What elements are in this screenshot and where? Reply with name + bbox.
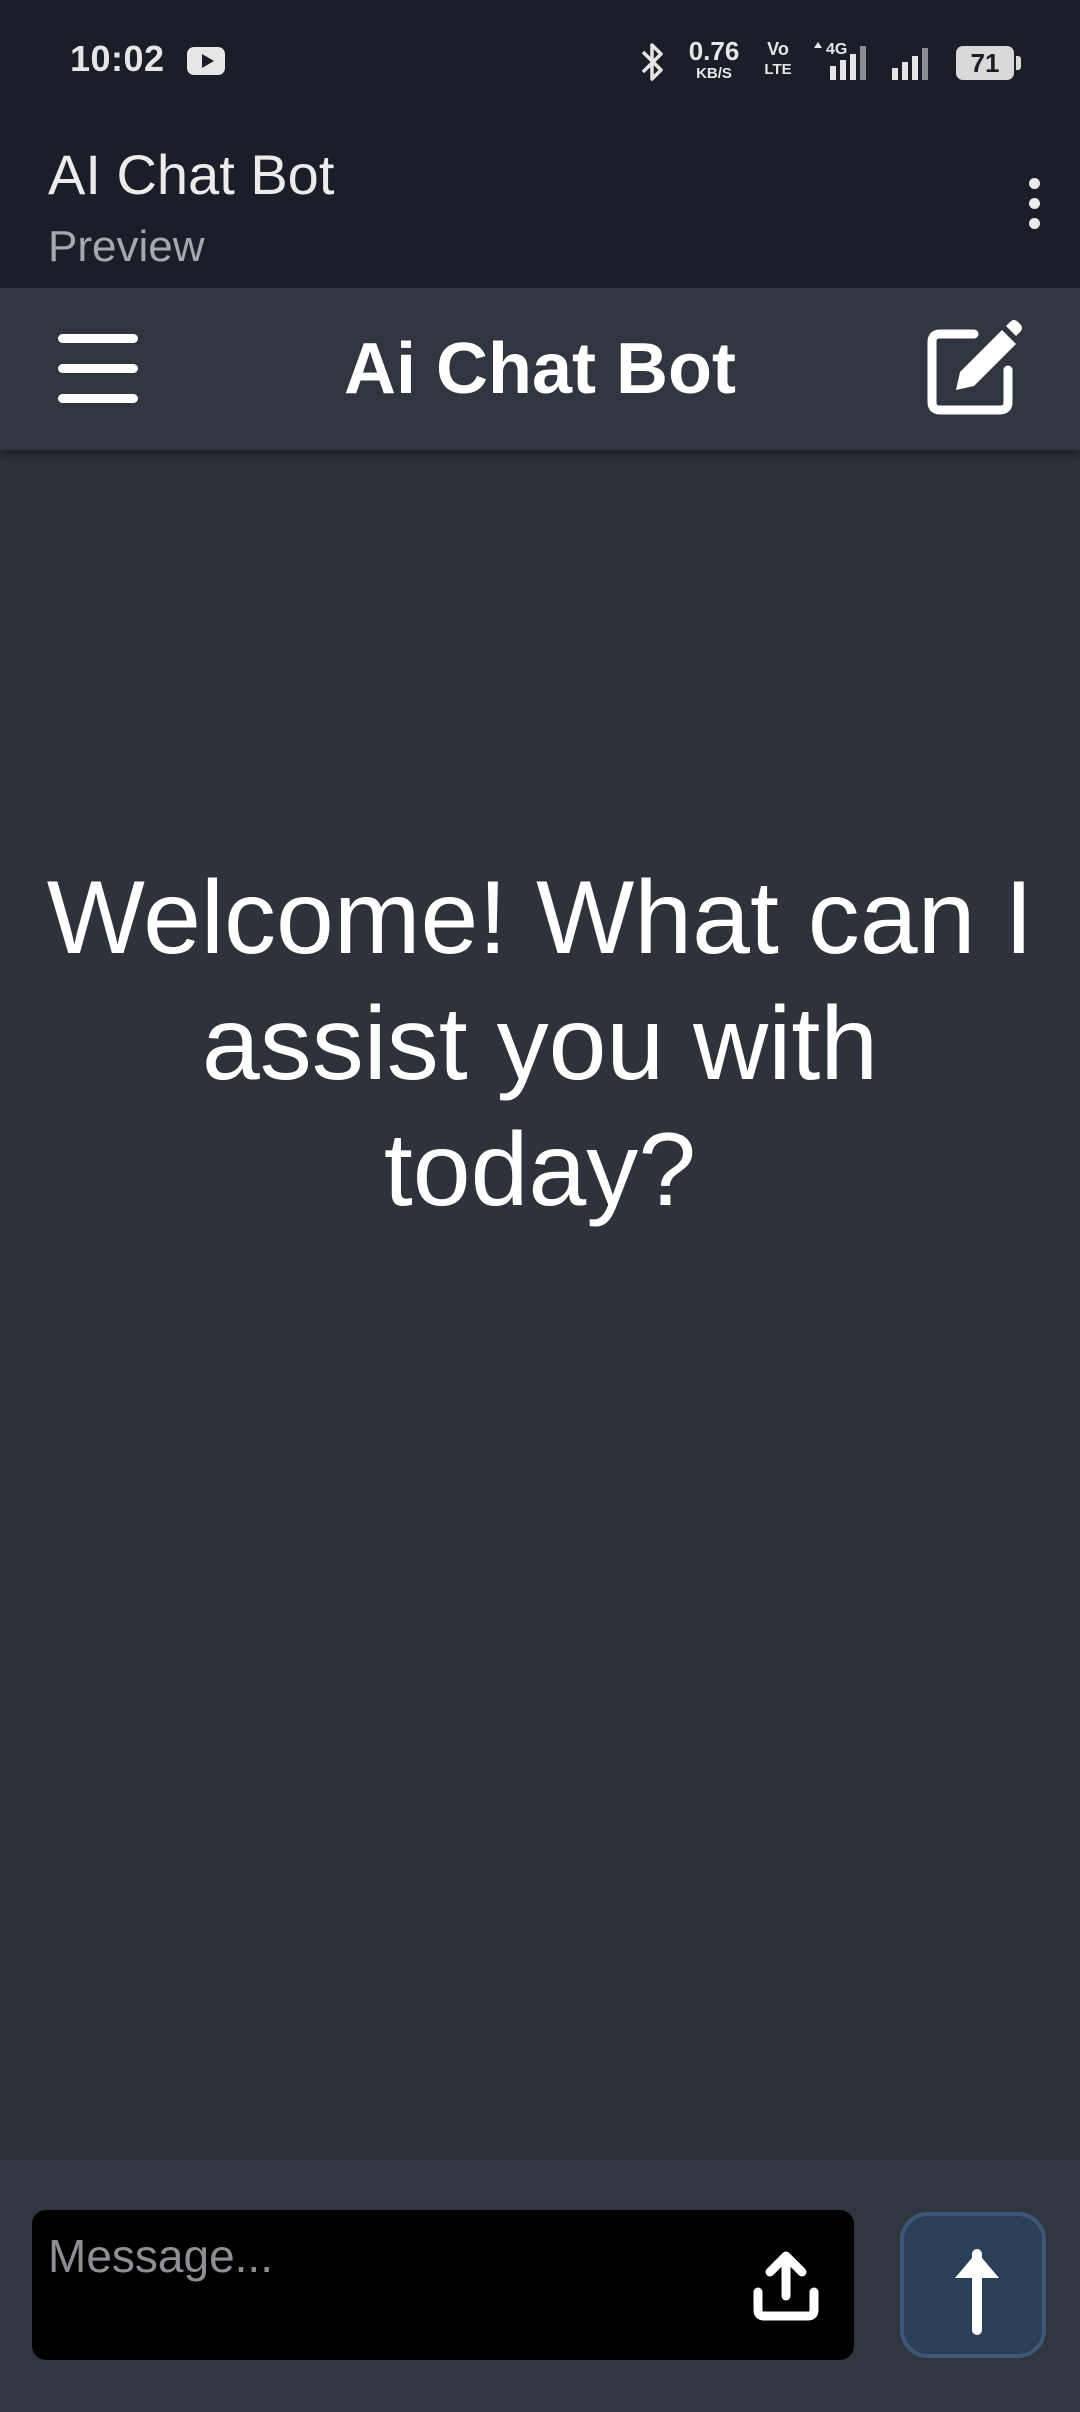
app-subtitle: Preview [48,222,205,271]
youtube-icon [187,47,225,75]
network-speed-value: 0.76 [688,36,740,66]
chat-area: Welcome! What can I assist you with toda… [0,450,1080,2160]
status-bar: 10:02 0.76 KB/S Vo LTE 4G 71 [0,0,1080,118]
network-type-label: 4G [826,41,847,58]
volte-bottom-label: LTE [764,61,792,78]
upload-icon[interactable] [736,2238,836,2338]
message-box[interactable] [32,2210,854,2360]
app-title: AI Chat Bot [48,143,335,206]
volte-top-label: Vo [767,39,789,59]
bluetooth-icon [641,43,663,81]
welcome-message: Welcome! What can I assist you with toda… [46,860,1034,1228]
message-input[interactable] [46,2224,706,2288]
network-speed-unit: KB/S [696,65,732,82]
app-title-bar: AI Chat Bot Preview [0,118,1080,288]
battery-icon: 71 [956,46,1021,80]
chat-header: Ai Chat Bot [0,288,1080,450]
volte-indicator: Vo LTE [752,40,804,77]
composer-bar [0,2160,1080,2412]
signal-icon: 4G [814,41,866,80]
status-time: 10:02 [70,38,165,79]
network-speed: 0.76 KB/S [684,38,744,81]
new-chat-edit-icon[interactable] [924,318,1024,418]
send-button[interactable] [900,2212,1046,2358]
header-title: Ai Chat Bot [344,329,736,409]
arrow-up-icon [955,2249,999,2335]
more-options-icon[interactable] [1026,178,1042,234]
signal-icon-secondary [892,48,928,80]
